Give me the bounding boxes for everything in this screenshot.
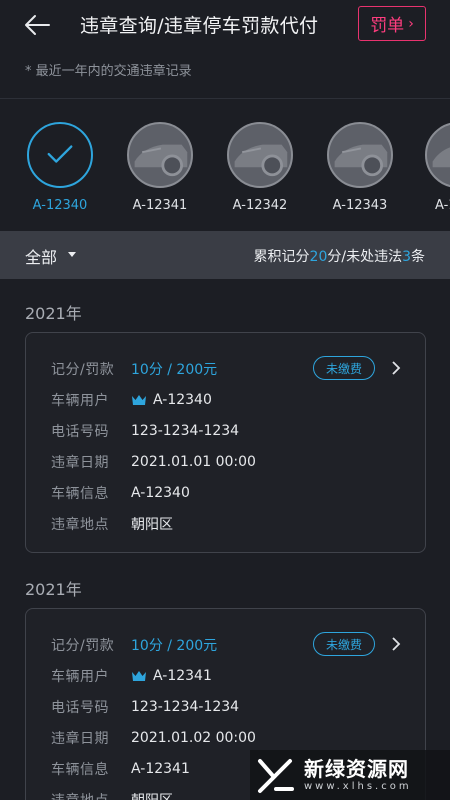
vehicle-plate: A-12343: [332, 198, 388, 213]
header: 违章查询/违章停车罚款代付 罚单 ›: [0, 0, 450, 50]
row-location: 违章地点 朝阳区: [51, 790, 173, 800]
row-points-fine: 记分/罚款 10分 / 200元: [51, 359, 217, 379]
vehicle-item-partial[interactable]: A-1: [425, 122, 450, 213]
unpaid-badge: 未缴费: [313, 632, 375, 656]
car-icon: [327, 122, 393, 188]
row-phone: 电话号码 123-1234-1234: [51, 421, 239, 441]
row-user: 车辆用户 A-12340: [51, 390, 212, 410]
unpaid-badge: 未缴费: [313, 356, 375, 380]
chevron-right-icon[interactable]: [389, 637, 403, 651]
location-value: 朝阳区: [131, 517, 173, 533]
label: 电话号码: [51, 424, 109, 440]
selected-check-icon: [27, 122, 93, 188]
label: 违章日期: [51, 731, 109, 747]
watermark-cn: 新绿资源网: [304, 756, 409, 781]
vehicle-item-a12341[interactable]: A-12341: [125, 122, 195, 213]
vehicle-plate: A-1: [435, 198, 450, 213]
vehicle-info-value: A-12341: [131, 761, 190, 777]
label: 违章地点: [51, 790, 131, 800]
vehicle-item-a12342[interactable]: A-12342: [225, 122, 295, 213]
label: 记分/罚款: [51, 362, 115, 378]
watermark: 新绿资源网 www.xlhs.com: [250, 750, 450, 800]
fine-ticket-label: 罚单: [370, 16, 405, 36]
vehicle-info-value: A-12340: [131, 485, 190, 501]
points-fine-value: 10分 / 200元: [131, 638, 218, 654]
row-user: 车辆用户 A-12341: [51, 666, 212, 686]
user-value: A-12340: [153, 392, 212, 408]
row-vehicle-info: 车辆信息 A-12340: [51, 483, 190, 503]
summary-points: 20: [309, 249, 328, 265]
summary-mid: 分/未处违法: [327, 249, 403, 265]
back-arrow-icon[interactable]: [22, 10, 52, 40]
row-points-fine: 记分/罚款 10分 / 200元: [51, 635, 217, 655]
filter-all-dropdown[interactable]: 全部: [25, 244, 57, 268]
label: 违章日期: [51, 455, 109, 471]
summary-count: 3: [402, 249, 411, 265]
car-icon: [127, 122, 193, 188]
page-title: 违章查询/违章停车罚款代付: [80, 15, 319, 37]
phone-value: 123-1234-1234: [131, 699, 240, 715]
row-location: 违章地点 朝阳区: [51, 514, 173, 534]
year-heading: 2021年: [25, 304, 82, 323]
crown-icon: [132, 395, 146, 405]
phone-value: 123-1234-1234: [131, 423, 240, 439]
summary-suffix: 条: [411, 249, 425, 265]
user-value: A-12341: [153, 668, 212, 684]
label: 车辆信息: [51, 486, 109, 502]
fine-ticket-button[interactable]: 罚单 ›: [358, 6, 426, 41]
row-phone: 电话号码 123-1234-1234: [51, 697, 239, 717]
vehicle-item-a12340[interactable]: A-12340: [25, 122, 95, 213]
car-icon: [227, 122, 293, 188]
records-note: * 最近一年内的交通违章记录: [25, 64, 192, 79]
violation-card[interactable]: 记分/罚款 10分 / 200元 未缴费 车辆用户 A-12340 电话号码 1…: [25, 332, 426, 553]
label: 电话号码: [51, 700, 109, 716]
label: 车辆信息: [51, 762, 109, 778]
vehicle-item-a12343[interactable]: A-12343: [325, 122, 395, 213]
date-value: 2021.01.02 00:00: [131, 730, 256, 746]
divider: [0, 98, 450, 99]
row-date: 违章日期 2021.01.01 00:00: [51, 452, 256, 472]
row-date: 违章日期 2021.01.02 00:00: [51, 728, 256, 748]
vehicle-plate: A-12342: [232, 198, 288, 213]
date-value: 2021.01.01 00:00: [131, 454, 256, 470]
label: 记分/罚款: [51, 638, 115, 654]
watermark-logo-icon: [258, 759, 294, 793]
vehicle-plate: A-12341: [132, 198, 188, 213]
row-vehicle-info: 车辆信息 A-12341: [51, 759, 190, 779]
summary-prefix: 累积记分: [253, 249, 310, 265]
chevron-right-icon: ›: [408, 15, 414, 32]
watermark-en: www.xlhs.com: [304, 780, 412, 792]
crown-icon: [132, 671, 146, 681]
filter-bar: 全部 累积记分20分/未处违法3条: [0, 231, 450, 279]
caret-down-icon[interactable]: [68, 252, 76, 257]
year-heading: 2021年: [25, 580, 82, 599]
chevron-right-icon[interactable]: [389, 361, 403, 375]
car-icon: [425, 122, 450, 188]
location-value: 朝阳区: [131, 790, 173, 800]
vehicle-plate: A-12340: [32, 198, 88, 213]
label: 车辆用户: [51, 393, 109, 409]
label: 违章地点: [51, 517, 109, 533]
points-fine-value: 10分 / 200元: [131, 362, 218, 378]
violation-summary: 累积记分20分/未处违法3条: [254, 246, 425, 266]
label: 车辆用户: [51, 669, 109, 685]
